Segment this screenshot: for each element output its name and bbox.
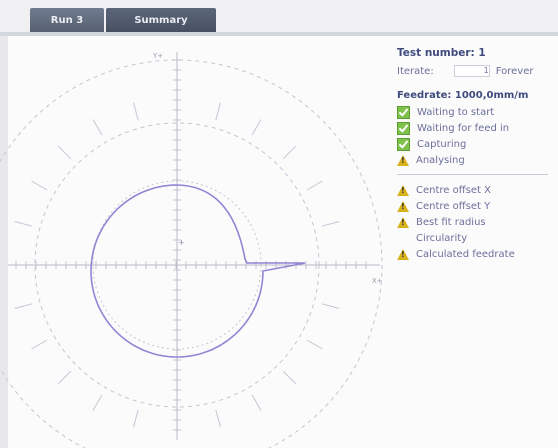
warning-icon: [397, 154, 409, 166]
radial-tick: [321, 221, 340, 227]
result-label: Centre offset Y: [416, 200, 491, 212]
radial-tick: [215, 409, 221, 428]
radial-tick: [92, 119, 103, 136]
result-label: Calculated feedrate: [416, 248, 515, 260]
radial-tick: [14, 221, 33, 227]
result-best-fit-radius: Best fit radius: [397, 214, 558, 230]
status-label: Capturing: [417, 138, 467, 150]
test-info-panel: Test number: 1 Iterate: 1 Forever Feedra…: [397, 46, 558, 262]
warning-icon: [397, 248, 409, 260]
iterate-label: Iterate:: [397, 65, 434, 77]
radial-tick: [92, 394, 103, 411]
result-centre-offset-y: Centre offset Y: [397, 198, 558, 214]
radial-tick: [14, 303, 33, 309]
reference-rings: [0, 59, 383, 448]
radial-tick: [57, 370, 72, 385]
measured-trace: [90, 184, 306, 358]
radial-tick: [282, 370, 297, 385]
warning-icon: [397, 200, 409, 212]
radial-tick: [321, 303, 340, 309]
result-label: Centre offset X: [416, 184, 491, 196]
status-label: Waiting to start: [417, 106, 495, 118]
radial-tick: [133, 102, 139, 121]
result-centre-offset-x: Centre offset X: [397, 182, 558, 198]
forever-label[interactable]: Forever: [496, 66, 534, 77]
status-label: Waiting for feed in: [417, 122, 510, 134]
centre-marker: +: [178, 238, 185, 247]
warning-icon: [397, 216, 409, 228]
result-circularity: Circularity: [397, 230, 558, 246]
check-icon: [397, 121, 410, 135]
radial-tick: [31, 180, 48, 191]
y-axis-label: Y+: [152, 52, 163, 60]
radial-tick: [31, 339, 48, 350]
check-icon: [397, 137, 410, 151]
result-calculated-feedrate: Calculated feedrate: [397, 246, 558, 262]
test-number: Test number: 1: [397, 47, 486, 59]
radial-tick: [306, 180, 323, 191]
divider: [397, 174, 548, 175]
radial-tick: [133, 409, 139, 428]
feedrate-label: Feedrate: 1000,0mm/m: [397, 89, 529, 101]
result-label: Circularity: [416, 232, 468, 244]
iterate-row: Iterate: 1 Forever: [397, 64, 558, 78]
radial-tick: [215, 102, 221, 121]
status-waiting-feed: Waiting for feed in: [397, 120, 558, 136]
radial-tick: [306, 339, 323, 350]
plot-axes: [8, 52, 380, 440]
status-label: Analysing: [416, 154, 465, 166]
result-label: Best fit radius: [416, 216, 486, 228]
status-waiting-start: Waiting to start: [397, 104, 558, 120]
status-analysing: Analysing: [397, 152, 558, 168]
iterate-input[interactable]: 1: [453, 65, 490, 77]
x-axis-label: X+: [372, 277, 383, 285]
radial-tick: [251, 119, 262, 136]
check-icon: [397, 105, 410, 119]
status-capturing: Capturing: [397, 136, 558, 152]
radial-tick: [251, 394, 262, 411]
radial-tick: [282, 145, 297, 160]
reference-ring: [0, 59, 383, 448]
warning-icon: [397, 184, 409, 196]
radial-tick: [57, 145, 72, 160]
